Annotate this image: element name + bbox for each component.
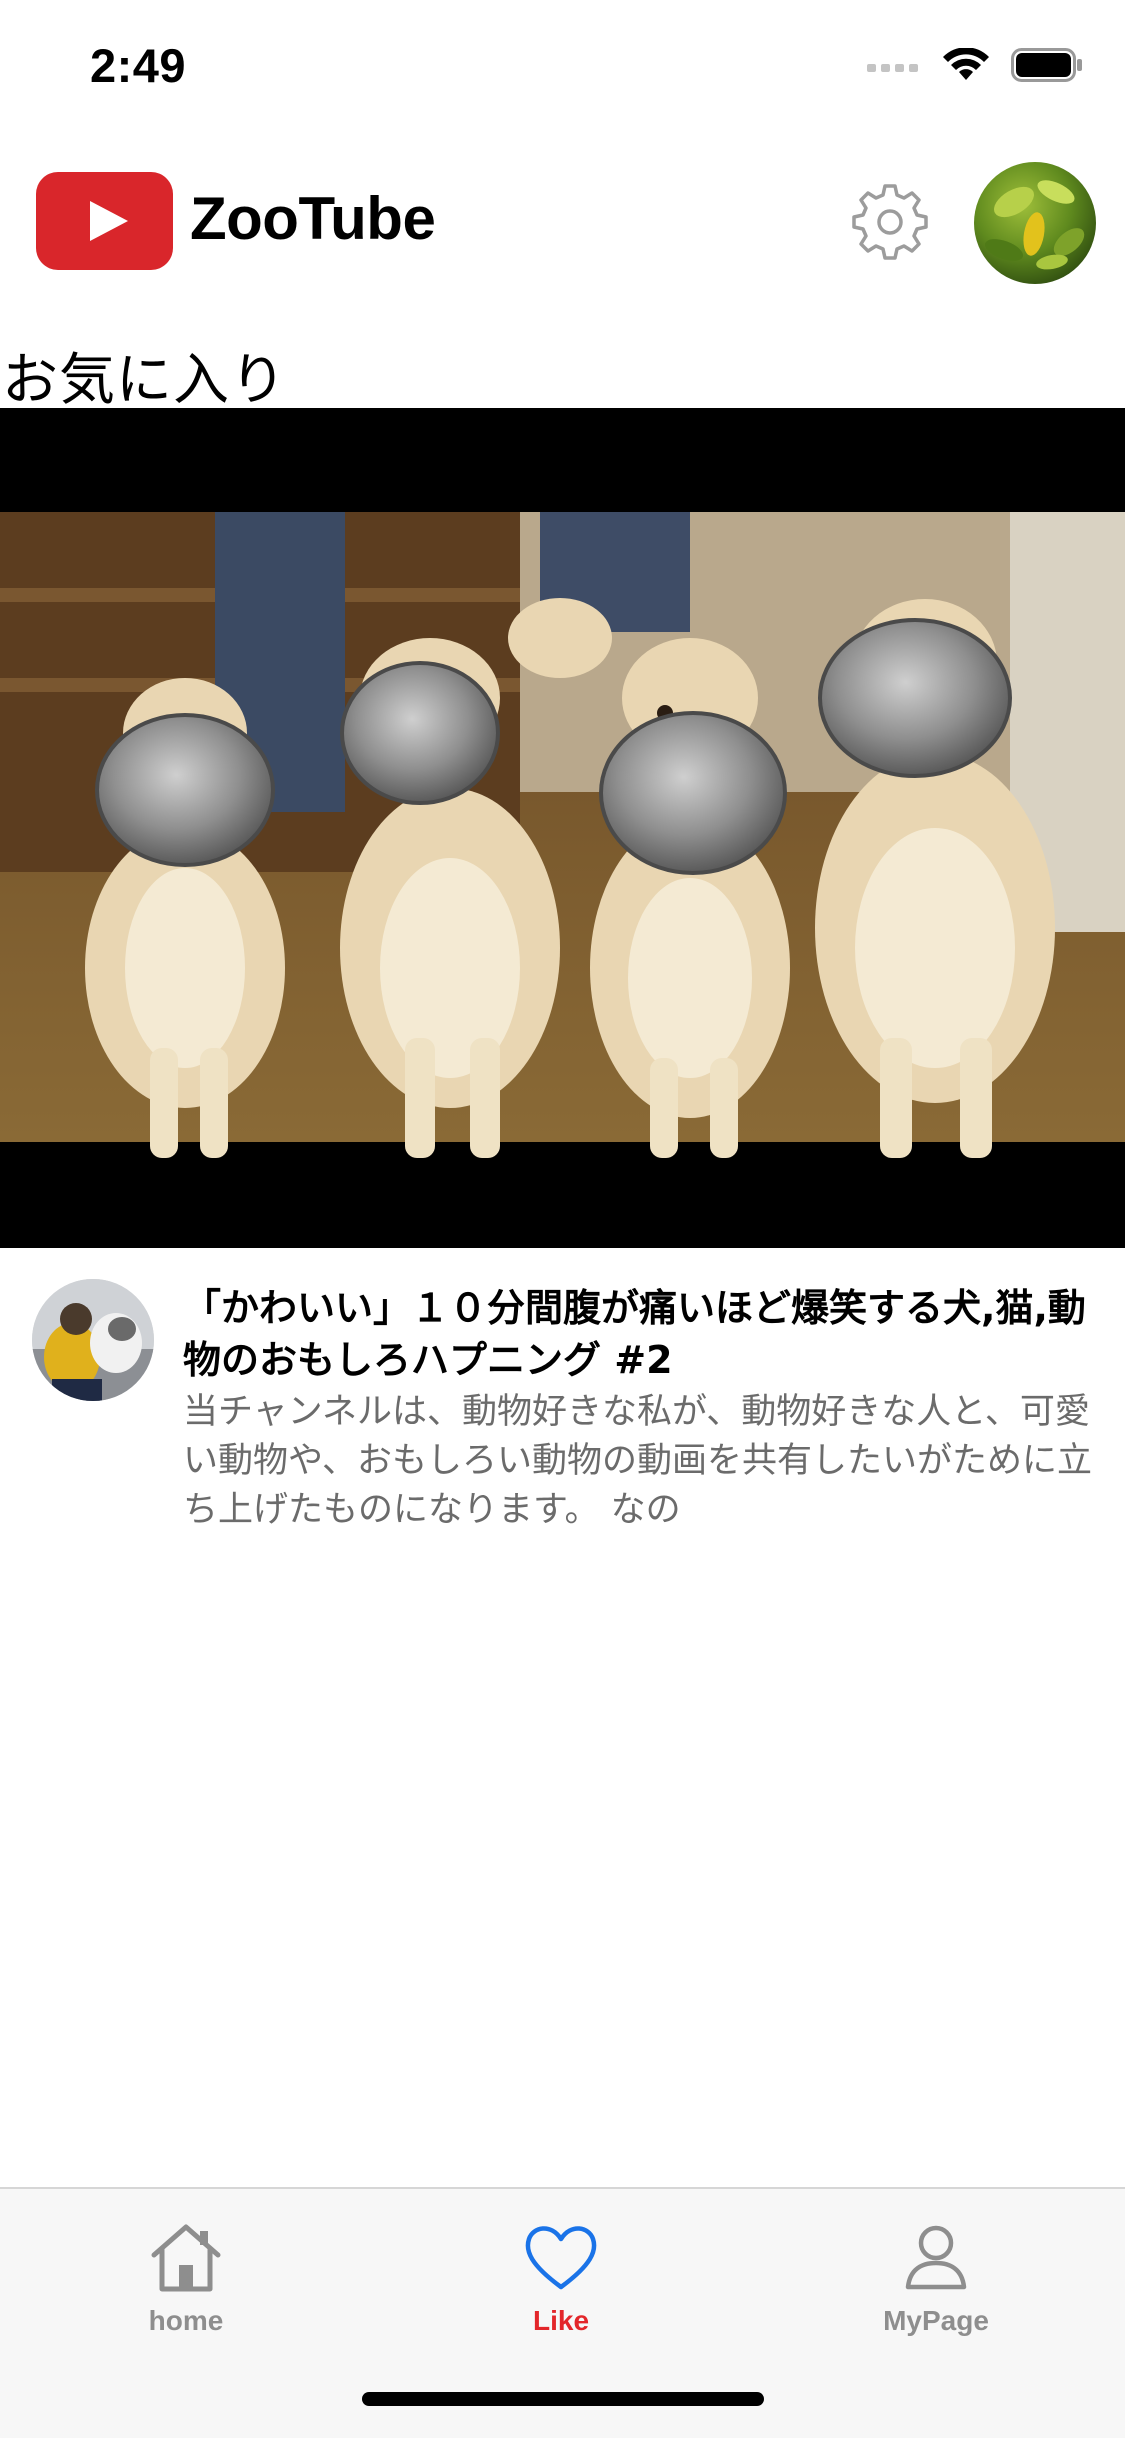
status-time: 2:49 bbox=[90, 39, 187, 92]
battery-icon bbox=[1011, 48, 1082, 82]
settings-button[interactable] bbox=[852, 184, 928, 260]
youtube-play-logo bbox=[36, 172, 173, 270]
dogs-with-bowls-image bbox=[0, 408, 1125, 1248]
person-icon bbox=[905, 2225, 967, 2290]
avatar bbox=[32, 1279, 154, 1401]
tab-mypage[interactable]: MyPage bbox=[836, 2217, 1036, 2347]
status-bar: 2:49 bbox=[0, 0, 1125, 132]
tab-like[interactable]: Like bbox=[461, 2217, 661, 2347]
heart-icon bbox=[525, 2226, 597, 2290]
section-title: お気に入り bbox=[2, 348, 287, 413]
tab-home-label: home bbox=[148, 2305, 224, 2336]
video-list-item[interactable]: 「かわいい」１０分間腹が痛いほど爆笑する犬,猫,動物のおもしろハプニング #2 … bbox=[0, 1270, 1125, 1550]
status-indicators bbox=[867, 48, 1083, 82]
profile-avatar[interactable] bbox=[974, 162, 1096, 284]
avatar bbox=[984, 180, 1085, 270]
home-indicator[interactable] bbox=[362, 2392, 764, 2406]
home-icon bbox=[151, 2224, 221, 2292]
cellular-signal-icon bbox=[867, 64, 918, 72]
video-title: 「かわいい」１０分間腹が痛いほど爆笑する犬,猫,動物のおもしろハプニング #2 bbox=[183, 1286, 1086, 1382]
video-description: 当チャンネルは、動物好きな私が、動物好きな人と、可愛い動物や、おもしろい動物の動… bbox=[183, 1392, 1092, 1530]
channel-avatar[interactable] bbox=[32, 1279, 154, 1401]
gear-icon bbox=[852, 184, 928, 260]
wifi-icon bbox=[943, 48, 989, 80]
tab-like-label: Like bbox=[532, 2305, 590, 2336]
app-title: ZooTube bbox=[190, 185, 436, 252]
tab-home[interactable]: home bbox=[86, 2217, 286, 2347]
app-header: ZooTube bbox=[0, 150, 1125, 295]
video-thumbnail[interactable] bbox=[0, 408, 1125, 1248]
tab-mypage-label: MyPage bbox=[883, 2305, 989, 2336]
